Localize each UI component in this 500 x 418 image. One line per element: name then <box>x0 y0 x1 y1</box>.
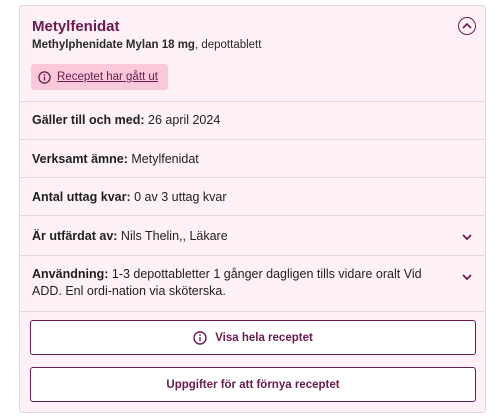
prescription-title: Metylfenidat <box>32 18 120 35</box>
view-full-prescription-label: Visa hela receptet <box>215 331 313 344</box>
detail-row-usage[interactable]: Användning: 1-3 depottabletter 1 gånger … <box>20 255 485 311</box>
expired-alert-text: Receptet har gått ut <box>57 71 159 83</box>
detail-label: Antal uttag kvar: <box>32 190 131 204</box>
detail-value: 0 av 3 uttag kvar <box>130 190 227 204</box>
view-full-prescription-button[interactable]: Visa hela receptet <box>30 320 476 355</box>
detail-label: Verksamt ämne: <box>32 152 128 166</box>
detail-row-issued-by[interactable]: Är utfärdat av: Nils Thelin,, Läkare <box>20 215 485 255</box>
chevron-up-icon <box>462 23 472 29</box>
collapse-button[interactable] <box>458 17 476 35</box>
detail-row-active-substance: Verksamt ämne: Metylfenidat <box>20 139 485 177</box>
info-icon <box>193 330 207 345</box>
chevron-down-icon <box>462 234 472 241</box>
detail-value: Metylfenidat <box>127 152 199 166</box>
expired-alert[interactable]: Receptet har gått ut <box>31 64 169 90</box>
prescription-subtitle: Methylphenidate Mylan 18 mg, depottablet… <box>32 39 261 51</box>
prescription-header: Metylfenidat Methylphenidate Mylan 18 mg… <box>20 6 485 101</box>
detail-value: Nils Thelin,, Läkare <box>117 229 228 243</box>
detail-row-withdrawals-left: Antal uttag kvar: 0 av 3 uttag kvar <box>20 177 485 215</box>
renew-prescription-info-label: Uppgifter för att förnya receptet <box>166 378 340 391</box>
renew-prescription-info-button[interactable]: Uppgifter för att förnya receptet <box>30 367 476 402</box>
product-form: , depottablett <box>194 39 262 51</box>
info-icon <box>38 70 51 84</box>
prescription-card: Metylfenidat Methylphenidate Mylan 18 mg… <box>19 5 486 413</box>
chevron-down-icon <box>462 274 472 281</box>
detail-label: Gäller till och med: <box>32 113 145 127</box>
detail-row-valid-until: Gäller till och med: 26 april 2024 <box>20 101 485 139</box>
detail-value: 26 april 2024 <box>144 113 221 127</box>
detail-label: Användning: <box>32 267 109 281</box>
detail-label: Är utfärdat av: <box>32 229 118 243</box>
product-name: Methylphenidate Mylan 18 mg <box>32 39 195 51</box>
